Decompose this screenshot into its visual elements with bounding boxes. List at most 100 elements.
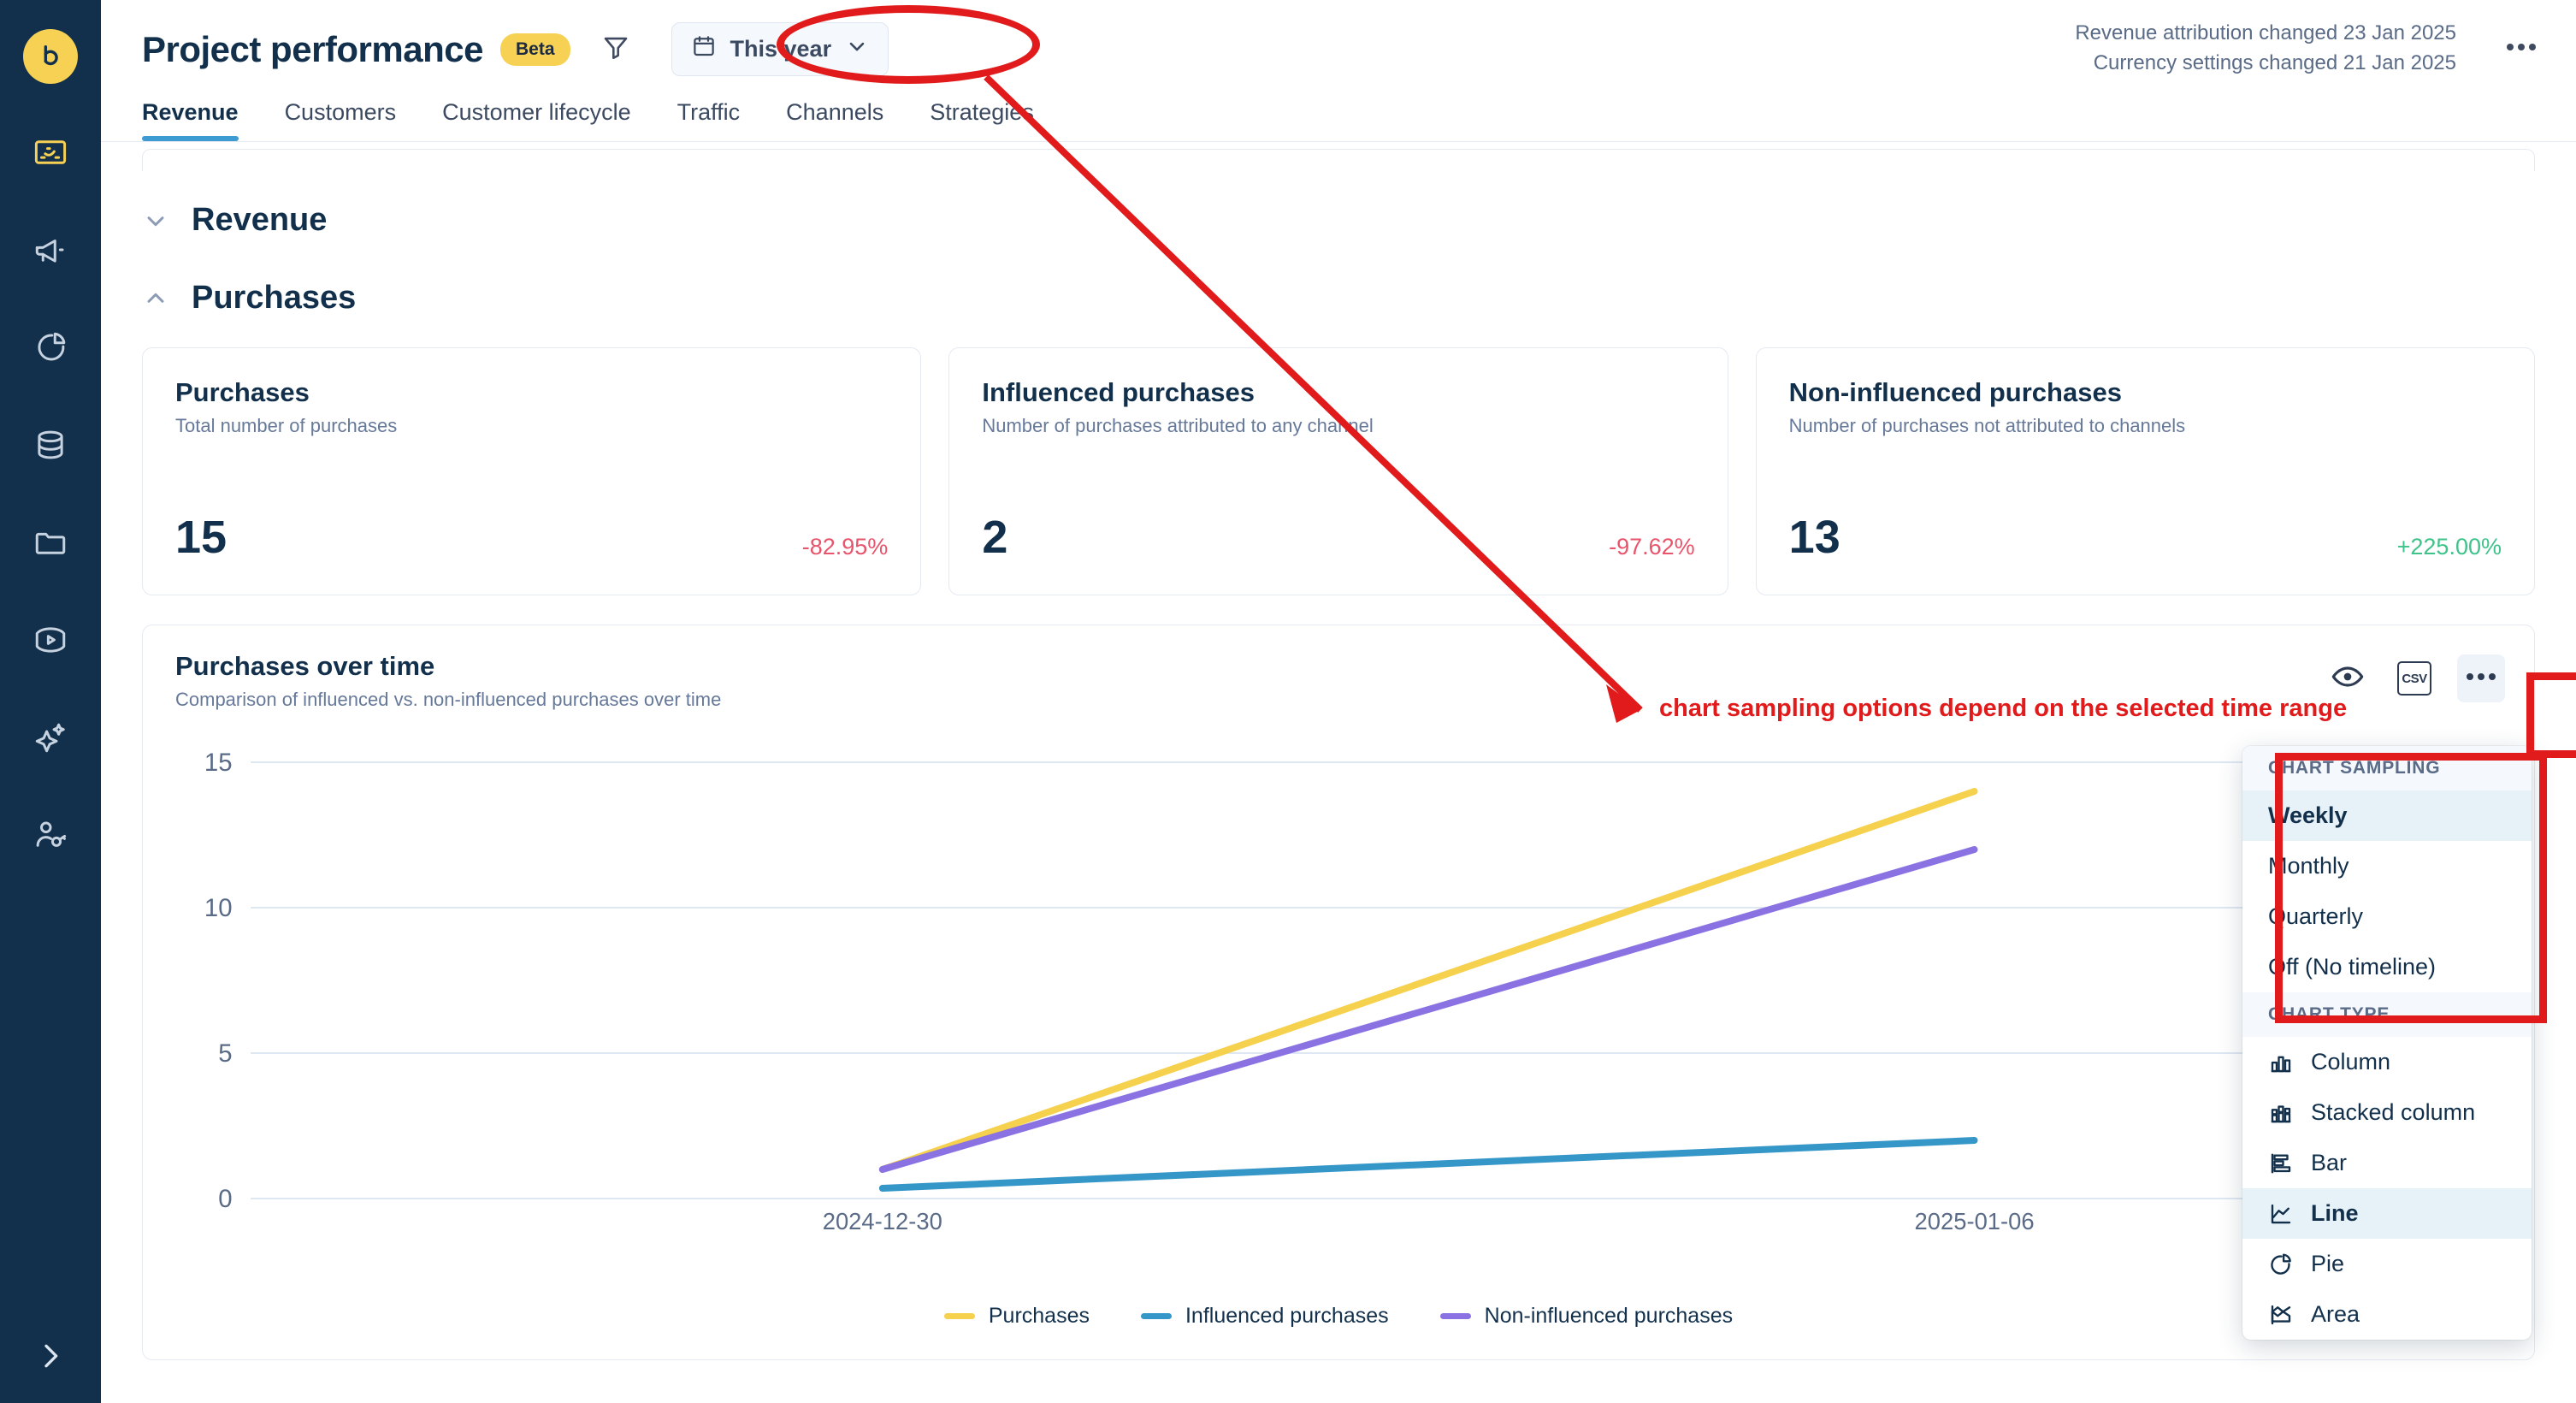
content-area: Revenue Purchases Purchases Total number… xyxy=(101,149,2576,1360)
menu-item-line[interactable]: Line xyxy=(2242,1188,2532,1239)
page-title: Project performance xyxy=(142,28,483,69)
tab-channels[interactable]: Channels xyxy=(786,99,883,141)
sidebar xyxy=(0,0,101,1403)
menu-item-stacked-column[interactable]: Stacked column xyxy=(2242,1087,2532,1138)
annotation-rect-more-button xyxy=(2526,672,2576,758)
header-notices: Revenue attribution changed 23 Jan 2025 … xyxy=(2075,19,2456,79)
megaphone-icon xyxy=(32,232,68,268)
chevron-down-icon xyxy=(142,207,169,234)
chart-y-ticks: 15 10 5 0 xyxy=(204,749,233,1213)
kpi-subtitle: Number of purchases not attributed to ch… xyxy=(1788,415,2186,436)
chart-x-ticks: 2024-12-30 2025-01-06 xyxy=(823,1208,2035,1233)
filter-button[interactable] xyxy=(601,33,630,66)
menu-item-bar[interactable]: Bar xyxy=(2242,1138,2532,1188)
chart-title: Purchases over time xyxy=(175,651,435,681)
csv-icon: CSV xyxy=(2397,661,2431,696)
svg-text:5: 5 xyxy=(218,1039,232,1068)
sidebar-item-data[interactable] xyxy=(23,417,78,472)
menu-item-label: Line xyxy=(2311,1200,2359,1226)
annotation-rect-chart-sampling xyxy=(2275,753,2547,1023)
tab-revenue[interactable]: Revenue xyxy=(142,99,239,141)
series-purchases-line xyxy=(878,788,1978,1173)
kpi-card-non-influenced-purchases: Non-influenced purchases Number of purch… xyxy=(1755,347,2535,595)
user-key-icon xyxy=(32,817,68,853)
chart-plot: 15 10 5 0 2024-12-30 2025-01-06 xyxy=(175,745,2502,1233)
notice-line: Revenue attribution changed 23 Jan 2025 xyxy=(2075,21,2456,44)
tab-divider xyxy=(101,141,2576,142)
chart-more-options-button[interactable] xyxy=(2457,654,2505,702)
kpi-value: 15 xyxy=(175,512,227,563)
menu-item-label: Bar xyxy=(2311,1150,2348,1175)
tab-traffic[interactable]: Traffic xyxy=(677,99,741,141)
section-purchases[interactable]: Purchases xyxy=(142,280,2535,317)
series-influenced-purchases-line xyxy=(878,1137,1978,1192)
tab-customers[interactable]: Customers xyxy=(285,99,397,141)
header-more-button[interactable] xyxy=(2506,41,2537,56)
dashboard-icon xyxy=(32,134,68,170)
menu-item-label: Column xyxy=(2311,1049,2391,1074)
sidebar-item-campaigns[interactable] xyxy=(23,222,78,277)
svg-text:10: 10 xyxy=(204,894,233,922)
kpi-subtitle: Number of purchases attributed to any ch… xyxy=(982,415,1374,436)
kpi-subtitle: Total number of purchases xyxy=(175,415,398,436)
sidebar-item-analytics[interactable] xyxy=(23,320,78,375)
top-stub-card xyxy=(142,149,2535,171)
pie-chart-icon xyxy=(32,329,68,365)
kpi-card-purchases: Purchases Total number of purchases 15 -… xyxy=(142,347,922,595)
legend-item-non-influenced-purchases[interactable]: Non-influenced purchases xyxy=(1439,1304,1734,1329)
line-chart-icon xyxy=(2268,1201,2295,1227)
sidebar-item-access[interactable] xyxy=(23,808,78,862)
chart-csv-export-button[interactable]: CSV xyxy=(2390,654,2438,702)
menu-item-label: Pie xyxy=(2311,1251,2345,1276)
section-title: Revenue xyxy=(192,202,328,238)
chart-svg: 15 10 5 0 2024-12-30 2025-01-06 xyxy=(204,749,2502,1233)
main-area: Project performance Beta This year Reven… xyxy=(101,0,2576,1403)
sidebar-expand-button[interactable] xyxy=(0,1339,101,1377)
kpi-value: 13 xyxy=(1788,512,1840,563)
chart-card: Purchases over time Comparison of influe… xyxy=(142,625,2535,1360)
ellipsis-icon xyxy=(2506,41,2537,56)
sparkle-icon xyxy=(32,719,68,755)
tab-customer-lifecycle[interactable]: Customer lifecycle xyxy=(442,99,631,141)
sidebar-item-dashboard[interactable] xyxy=(23,125,78,180)
ellipsis-icon xyxy=(2466,671,2496,686)
kpi-bottom: 13 +225.00% xyxy=(1789,514,2502,560)
notice-line: Currency settings changed 21 Jan 2025 xyxy=(2093,50,2456,74)
legend-item-influenced-purchases[interactable]: Influenced purchases xyxy=(1140,1304,1389,1329)
page-header: Project performance Beta This year Reven… xyxy=(101,0,2576,96)
legend-label: Non-influenced purchases xyxy=(1484,1304,1734,1328)
column-chart-icon xyxy=(2268,1050,2295,1075)
menu-item-column[interactable]: Column xyxy=(2242,1037,2532,1087)
calendar-icon xyxy=(691,33,717,65)
kpi-bottom: 15 -82.95% xyxy=(175,514,888,560)
app-logo[interactable] xyxy=(23,29,78,84)
sidebar-item-files[interactable] xyxy=(23,515,78,570)
chart-toolbar: CSV xyxy=(2324,654,2505,702)
kpi-title: Influenced purchases xyxy=(982,377,1256,407)
kpi-bottom: 2 -97.62% xyxy=(982,514,1694,560)
chart-legend: Purchases Influenced purchases Non-influ… xyxy=(143,1304,2534,1329)
svg-text:15: 15 xyxy=(204,749,233,777)
sidebar-item-ai[interactable] xyxy=(23,710,78,765)
menu-item-area[interactable]: Area xyxy=(2242,1289,2532,1340)
sidebar-item-media[interactable] xyxy=(23,613,78,667)
chevron-right-icon xyxy=(33,1339,68,1377)
beta-badge: Beta xyxy=(499,33,570,66)
legend-swatch xyxy=(1140,1313,1172,1319)
legend-swatch xyxy=(943,1313,975,1319)
chart-gridlines xyxy=(251,761,2502,1199)
menu-item-pie[interactable]: Pie xyxy=(2242,1239,2532,1289)
series-non-influenced-purchases-line xyxy=(878,846,1978,1173)
legend-swatch xyxy=(1439,1313,1471,1319)
legend-item-purchases[interactable]: Purchases xyxy=(943,1304,1090,1329)
area-chart-icon xyxy=(2268,1302,2295,1328)
kpi-title: Non-influenced purchases xyxy=(1788,377,2122,407)
legend-label: Purchases xyxy=(988,1304,1090,1328)
section-revenue[interactable]: Revenue xyxy=(142,202,2535,239)
menu-item-label: Area xyxy=(2311,1301,2360,1327)
chevron-up-icon xyxy=(142,285,169,312)
tab-strategies[interactable]: Strategies xyxy=(930,99,1034,141)
annotation-ellipse-date-selector xyxy=(777,5,1040,84)
kpi-delta: -82.95% xyxy=(801,534,889,559)
annotation-callout-text: chart sampling options depend on the sel… xyxy=(1659,695,2348,722)
